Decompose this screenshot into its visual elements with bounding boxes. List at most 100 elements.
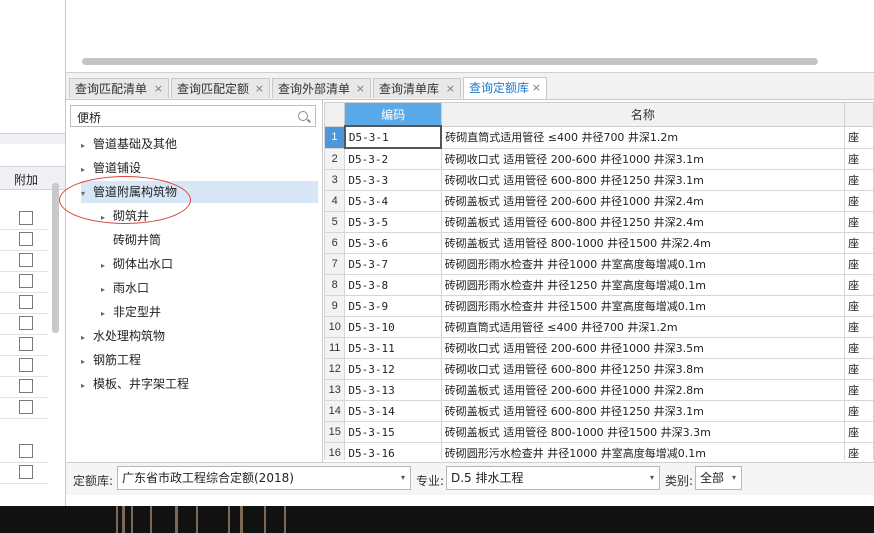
table-row[interactable]: 15 D5-3-15 砖砌盖板式 适用管径 800-1000 井径1500 井深3.… xyxy=(324,421,874,443)
row-number-cell[interactable]: 13 xyxy=(324,379,346,401)
tab-external-list[interactable]: 查询外部清单 × xyxy=(272,78,371,98)
tree-node[interactable]: ▸ 砌筑井 xyxy=(101,205,318,227)
tree-node[interactable]: ▸ 模板、井字架工程 xyxy=(81,373,318,395)
unit-cell[interactable]: 座 xyxy=(844,442,874,460)
code-cell[interactable]: D5-3-10 xyxy=(344,316,442,338)
row-number-cell[interactable]: 11 xyxy=(324,337,346,359)
table-row[interactable]: 4 D5-3-4 砖砌盖板式 适用管径 200-600 井径1000 井深2.4m 座 xyxy=(324,190,874,212)
horizontal-scrollbar[interactable] xyxy=(82,58,818,65)
row-checkbox[interactable] xyxy=(19,295,33,309)
chevron-down-icon[interactable]: ▾ xyxy=(650,467,654,489)
row-checkbox[interactable] xyxy=(19,253,33,267)
code-cell[interactable]: D5-3-1 xyxy=(343,125,443,149)
table-row[interactable]: 3 D5-3-3 砖砌收口式 适用管径 600-800 井径1250 井深3.1m 座 xyxy=(324,169,874,191)
unit-cell[interactable]: 座 xyxy=(844,232,874,254)
tree-node[interactable]: ▸ 钢筋工程 xyxy=(81,349,318,371)
search-icon[interactable] xyxy=(298,111,308,121)
unit-cell[interactable]: 座 xyxy=(844,190,874,212)
table-row[interactable]: 7 D5-3-7 砖砌圆形雨水检查井 井径1000 井室高度每增减0.1m 座 xyxy=(324,253,874,275)
unit-cell[interactable]: 座 xyxy=(844,358,874,380)
row-number-cell[interactable]: 5 xyxy=(324,211,346,233)
unit-cell[interactable]: 座 xyxy=(844,337,874,359)
collapsed-arrow-icon[interactable]: ▸ xyxy=(81,135,93,157)
table-row[interactable]: 11 D5-3-11 砖砌收口式 适用管径 200-600 井径1000 井深3.5… xyxy=(324,337,874,359)
code-cell[interactable]: D5-3-5 xyxy=(344,211,442,233)
row-checkbox[interactable] xyxy=(19,358,33,372)
collapsed-arrow-icon[interactable]: ▸ xyxy=(101,255,113,277)
code-cell[interactable]: D5-3-12 xyxy=(344,358,442,380)
tree-node[interactable]: ▸ 管道铺设 xyxy=(81,157,318,179)
unit-cell[interactable]: 座 xyxy=(844,316,874,338)
table-row[interactable]: 2 D5-3-2 砖砌收口式 适用管径 200-600 井径1000 井深3.1m 座 xyxy=(324,147,874,170)
close-icon[interactable]: × xyxy=(154,79,163,99)
unit-column-header[interactable] xyxy=(844,102,874,127)
name-cell[interactable]: 砖砌圆形污水检查井 井径1000 井室高度每增减0.1m xyxy=(440,442,846,460)
row-checkbox[interactable] xyxy=(19,337,33,351)
collapsed-arrow-icon[interactable]: ▸ xyxy=(81,327,93,349)
name-cell[interactable]: 砖砌圆形雨水检查井 井径1250 井室高度每增减0.1m xyxy=(440,274,846,296)
name-cell[interactable]: 砖砌盖板式 适用管径 200-600 井径1000 井深2.8m xyxy=(440,379,846,401)
code-cell[interactable]: D5-3-13 xyxy=(344,379,442,401)
name-cell[interactable]: 砖砌盖板式 适用管径 600-800 井径1250 井深3.1m xyxy=(440,400,846,422)
collapsed-arrow-icon[interactable]: ▸ xyxy=(81,375,93,397)
unit-cell[interactable]: 座 xyxy=(844,211,874,233)
row-number-cell[interactable]: 7 xyxy=(324,253,346,275)
table-row[interactable]: 9 D5-3-9 砖砌圆形雨水检查井 井径1500 井室高度每增减0.1m 座 xyxy=(324,295,874,317)
row-number-cell[interactable]: 14 xyxy=(324,400,346,422)
close-icon[interactable]: × xyxy=(255,79,264,99)
category-select[interactable]: 全部 ▾ xyxy=(695,466,742,490)
row-checkbox[interactable] xyxy=(19,465,33,479)
row-number-cell[interactable]: 3 xyxy=(324,169,346,191)
name-cell[interactable]: 砖砌收口式 适用管径 600-800 井径1250 井深3.8m xyxy=(440,358,846,380)
expanded-arrow-icon[interactable]: ▾ xyxy=(81,183,93,205)
table-row[interactable]: 12 D5-3-12 砖砌收口式 适用管径 600-800 井径1250 井深3.8… xyxy=(324,358,874,380)
row-number-cell[interactable]: 16 xyxy=(324,442,346,460)
row-checkbox[interactable] xyxy=(19,211,33,225)
unit-cell[interactable]: 座 xyxy=(844,379,874,401)
name-cell[interactable]: 砖砌收口式 适用管径 200-600 井径1000 井深3.1m xyxy=(440,147,846,170)
tree-node[interactable]: 砖砌井筒 xyxy=(101,229,318,251)
table-row[interactable]: 6 D5-3-6 砖砌盖板式 适用管径 800-1000 井径1500 井深2.4m… xyxy=(324,232,874,254)
code-cell[interactable]: D5-3-16 xyxy=(344,442,442,460)
code-cell[interactable]: D5-3-4 xyxy=(344,190,442,212)
unit-cell[interactable]: 座 xyxy=(844,253,874,275)
tree-search-box[interactable] xyxy=(70,105,316,127)
row-number-cell[interactable]: 10 xyxy=(324,316,346,338)
name-cell[interactable]: 砖砌盖板式 适用管径 200-600 井径1000 井深2.4m xyxy=(440,190,846,212)
row-number-cell[interactable]: 6 xyxy=(324,232,346,254)
table-row[interactable]: 5 D5-3-5 砖砌盖板式 适用管径 600-800 井径1250 井深2.4m 座 xyxy=(324,211,874,233)
collapsed-arrow-icon[interactable]: ▸ xyxy=(81,159,93,181)
table-row[interactable]: 10 D5-3-10 砖砌直筒式适用管径 ≤400 井径700 井深1.2m 座 xyxy=(324,316,874,338)
row-checkbox[interactable] xyxy=(19,400,33,414)
tree-node[interactable]: ▾ 管道附属构筑物 xyxy=(81,181,318,203)
collapsed-arrow-icon[interactable]: ▸ xyxy=(101,303,113,325)
name-cell[interactable]: 砖砌盖板式 适用管径 800-1000 井径1500 井深2.4m xyxy=(440,232,846,254)
unit-cell[interactable]: 座 xyxy=(844,125,874,149)
row-number-cell[interactable]: 4 xyxy=(324,190,346,212)
library-select[interactable]: 广东省市政工程综合定额(2018) ▾ xyxy=(117,466,411,490)
name-cell[interactable]: 砖砌盖板式 适用管径 800-1000 井径1500 井深3.3m xyxy=(440,421,846,443)
close-icon[interactable]: × xyxy=(446,79,455,99)
close-icon[interactable]: × xyxy=(356,79,365,99)
tab-list-library[interactable]: 查询清单库 × xyxy=(373,78,461,98)
code-cell[interactable]: D5-3-3 xyxy=(344,169,442,191)
close-icon[interactable]: × xyxy=(532,78,541,98)
code-column-header[interactable]: 编码 xyxy=(344,102,442,127)
tab-match-quota[interactable]: 查询匹配定额 × xyxy=(171,78,270,98)
table-row[interactable]: 16 D5-3-16 砖砌圆形污水检查井 井径1000 井室高度每增减0.1m 座 xyxy=(324,442,874,460)
name-cell[interactable]: 砖砌盖板式 适用管径 600-800 井径1250 井深2.4m xyxy=(440,211,846,233)
name-cell[interactable]: 砖砌收口式 适用管径 600-800 井径1250 井深3.1m xyxy=(440,169,846,191)
tree-node[interactable]: ▸ 砌体出水口 xyxy=(101,253,318,275)
row-number-cell[interactable]: 2 xyxy=(324,147,346,170)
row-checkbox[interactable] xyxy=(19,444,33,458)
unit-cell[interactable]: 座 xyxy=(844,274,874,296)
chevron-down-icon[interactable]: ▾ xyxy=(401,467,405,489)
table-row[interactable]: 13 D5-3-13 砖砌盖板式 适用管径 200-600 井径1000 井深2.8… xyxy=(324,379,874,401)
tree-node[interactable]: ▸ 管道基础及其他 xyxy=(81,133,318,155)
collapsed-arrow-icon[interactable]: ▸ xyxy=(81,351,93,373)
collapsed-arrow-icon[interactable]: ▸ xyxy=(101,279,113,301)
collapsed-arrow-icon[interactable]: ▸ xyxy=(101,207,113,229)
row-checkbox[interactable] xyxy=(19,232,33,246)
code-cell[interactable]: D5-3-11 xyxy=(344,337,442,359)
unit-cell[interactable]: 座 xyxy=(844,295,874,317)
